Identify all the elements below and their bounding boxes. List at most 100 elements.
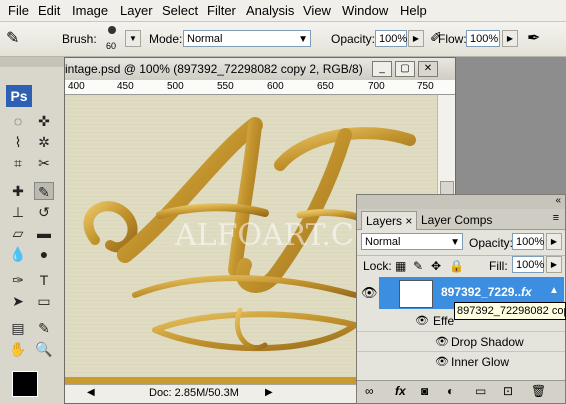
lasso-tool-icon[interactable]: ⌇ — [8, 133, 28, 151]
dodge-tool-icon[interactable]: ● — [34, 245, 54, 263]
visibility-eye-icon[interactable]: 👁 — [361, 285, 378, 301]
minimize-button[interactable]: _ — [372, 61, 392, 77]
opacity-label: Opacity: — [331, 32, 376, 46]
ruler-mark: 750 — [417, 81, 434, 92]
tablet-pressure-icon[interactable]: ✒ — [527, 28, 540, 48]
menu-window[interactable]: Window — [342, 3, 388, 18]
menu-select[interactable]: Select — [162, 3, 198, 18]
brush-preview-icon[interactable] — [108, 26, 116, 34]
layer-opacity-field[interactable]: 100% — [512, 233, 544, 250]
menu-filter[interactable]: Filter — [207, 3, 236, 18]
zoom-tool-icon[interactable]: 🔍 — [34, 340, 54, 358]
adjustment-layer-icon[interactable]: ◐ — [447, 384, 454, 398]
brush-picker-button[interactable]: ▼ — [125, 30, 141, 47]
menu-view[interactable]: View — [303, 3, 331, 18]
menu-file[interactable]: File — [8, 3, 29, 18]
eraser-tool-icon[interactable]: ▱ — [8, 224, 28, 242]
lock-transparent-icon[interactable]: ▦ — [395, 259, 406, 273]
history-brush-icon[interactable]: ↺ — [34, 203, 54, 221]
magic-wand-icon[interactable]: ✲ — [34, 133, 54, 151]
menu-help[interactable]: Help — [400, 3, 427, 18]
mode-value: Normal — [187, 33, 223, 45]
add-style-icon[interactable]: fx — [395, 384, 406, 398]
brush-tool-icon[interactable]: ✎ — [34, 182, 54, 200]
drop-shadow-eye-icon[interactable]: 👁 — [435, 335, 449, 348]
app-badge[interactable]: Ps — [6, 85, 32, 107]
layers-panel: « Layers × Layer Comps ≡ Normal ▼ Opacit… — [356, 194, 566, 404]
lock-paint-icon[interactable]: ✎ — [413, 259, 423, 273]
inner-glow-eye-icon[interactable]: 👁 — [435, 355, 449, 368]
menu-image[interactable]: Image — [72, 3, 108, 18]
menu-layer[interactable]: Layer — [120, 3, 153, 18]
flow-field[interactable]: 100% — [466, 30, 500, 47]
blend-mode-select[interactable]: Normal ▼ — [361, 233, 463, 250]
menu-edit[interactable]: Edit — [38, 3, 60, 18]
effect-drop-shadow: Drop Shadow — [451, 335, 524, 349]
ruler-mark: 600 — [267, 81, 284, 92]
layer-opacity-slider[interactable]: ▶ — [546, 233, 562, 250]
lock-label: Lock: — [363, 259, 392, 273]
panel-header[interactable]: « — [357, 195, 565, 209]
fx-icon[interactable]: fx — [521, 285, 532, 299]
new-layer-icon[interactable]: ⊡ — [503, 384, 513, 398]
crop-tool-icon[interactable]: ⌗ — [8, 154, 28, 172]
opacity-field[interactable]: 100% — [375, 30, 407, 47]
brush-tool-icon[interactable]: ✎ — [6, 28, 19, 48]
lock-position-icon[interactable]: ✥ — [431, 259, 441, 273]
hand-tool-icon[interactable]: ✋ — [8, 340, 28, 358]
fill-slider[interactable]: ▶ — [546, 256, 562, 273]
effects-eye-icon[interactable]: 👁 — [415, 314, 429, 327]
move-tool-icon[interactable]: ✜ — [34, 112, 54, 130]
effect-drop-shadow-row[interactable]: 👁 Drop Shadow — [357, 331, 565, 352]
opacity-value: 100% — [379, 33, 408, 45]
effect-inner-glow-row[interactable]: 👁 Inner Glow — [357, 351, 565, 372]
tab-layers[interactable]: Layers × — [361, 211, 418, 230]
blur-tool-icon[interactable]: 💧 — [8, 245, 28, 263]
foreground-color-swatch[interactable] — [12, 371, 38, 397]
close-icon[interactable]: × — [405, 214, 412, 228]
fill-value: 100% — [516, 259, 545, 271]
tab-layer-comps[interactable]: Layer Comps — [417, 211, 496, 229]
path-select-icon[interactable]: ➤ — [8, 292, 28, 310]
link-layers-icon[interactable]: ∞ — [365, 384, 374, 398]
slice-tool-icon[interactable]: ✂ — [34, 154, 54, 172]
notes-tool-icon[interactable]: ▤ — [8, 319, 28, 337]
stamp-tool-icon[interactable]: ⊥ — [8, 203, 28, 221]
expand-effects-icon[interactable]: ▲ — [549, 285, 559, 296]
collapse-icon[interactable]: « — [555, 195, 561, 206]
flow-value: 100% — [470, 33, 499, 45]
layer-opacity-value: 100% — [516, 236, 545, 248]
fill-field[interactable]: 100% — [512, 256, 544, 273]
document-title: intage.psd @ 100% (897392_72298082 copy … — [65, 62, 363, 76]
gradient-tool-icon[interactable]: ▬ — [34, 224, 54, 242]
new-group-icon[interactable]: ▭ — [475, 384, 486, 398]
add-mask-icon[interactable]: ◙ — [421, 384, 428, 398]
healing-tool-icon[interactable]: ✚ — [8, 182, 28, 200]
menu-analysis[interactable]: Analysis — [246, 3, 294, 18]
document-titlebar[interactable]: intage.psd @ 100% (897392_72298082 copy … — [65, 58, 455, 80]
blend-row: Normal ▼ Opacity: 100% ▶ — [357, 231, 565, 253]
layer-name-tooltip: 897392_72298082 copy — [454, 302, 566, 320]
panel-menu-icon[interactable]: ≡ — [553, 212, 559, 224]
status-arrow-icon[interactable]: ◀ — [87, 387, 95, 398]
opacity-slider-button[interactable]: ▶ — [408, 30, 424, 47]
delete-layer-icon[interactable]: 🗑 — [531, 384, 546, 398]
blend-mode-value: Normal — [365, 236, 401, 248]
type-tool-icon[interactable]: T — [34, 271, 54, 289]
pen-tool-icon[interactable]: ✑ — [8, 271, 28, 289]
flow-slider-button[interactable]: ▶ — [502, 30, 518, 47]
options-bar: ✎ Brush: 60 ▼ Mode: Normal ▼ Opacity: 10… — [0, 22, 566, 57]
toolbox-header — [0, 57, 64, 67]
maximize-button[interactable]: ▢ — [395, 61, 415, 77]
lock-row: Lock: ▦ ✎ ✥ 🔒 Fill: 100% ▶ — [357, 255, 565, 276]
status-menu-icon[interactable]: ▶ — [265, 387, 273, 398]
layer-thumbnail — [399, 280, 433, 308]
flow-label: Flow: — [438, 32, 467, 46]
mode-select[interactable]: Normal ▼ — [183, 30, 311, 47]
close-button[interactable]: ✕ — [418, 61, 438, 77]
eyedropper-icon[interactable]: ✎ — [34, 319, 54, 337]
shape-tool-icon[interactable]: ▭ — [34, 292, 54, 310]
lock-all-icon[interactable]: 🔒 — [449, 259, 464, 273]
brush-size: 60 — [106, 41, 117, 51]
marquee-tool-icon[interactable]: ◌ — [8, 112, 28, 130]
